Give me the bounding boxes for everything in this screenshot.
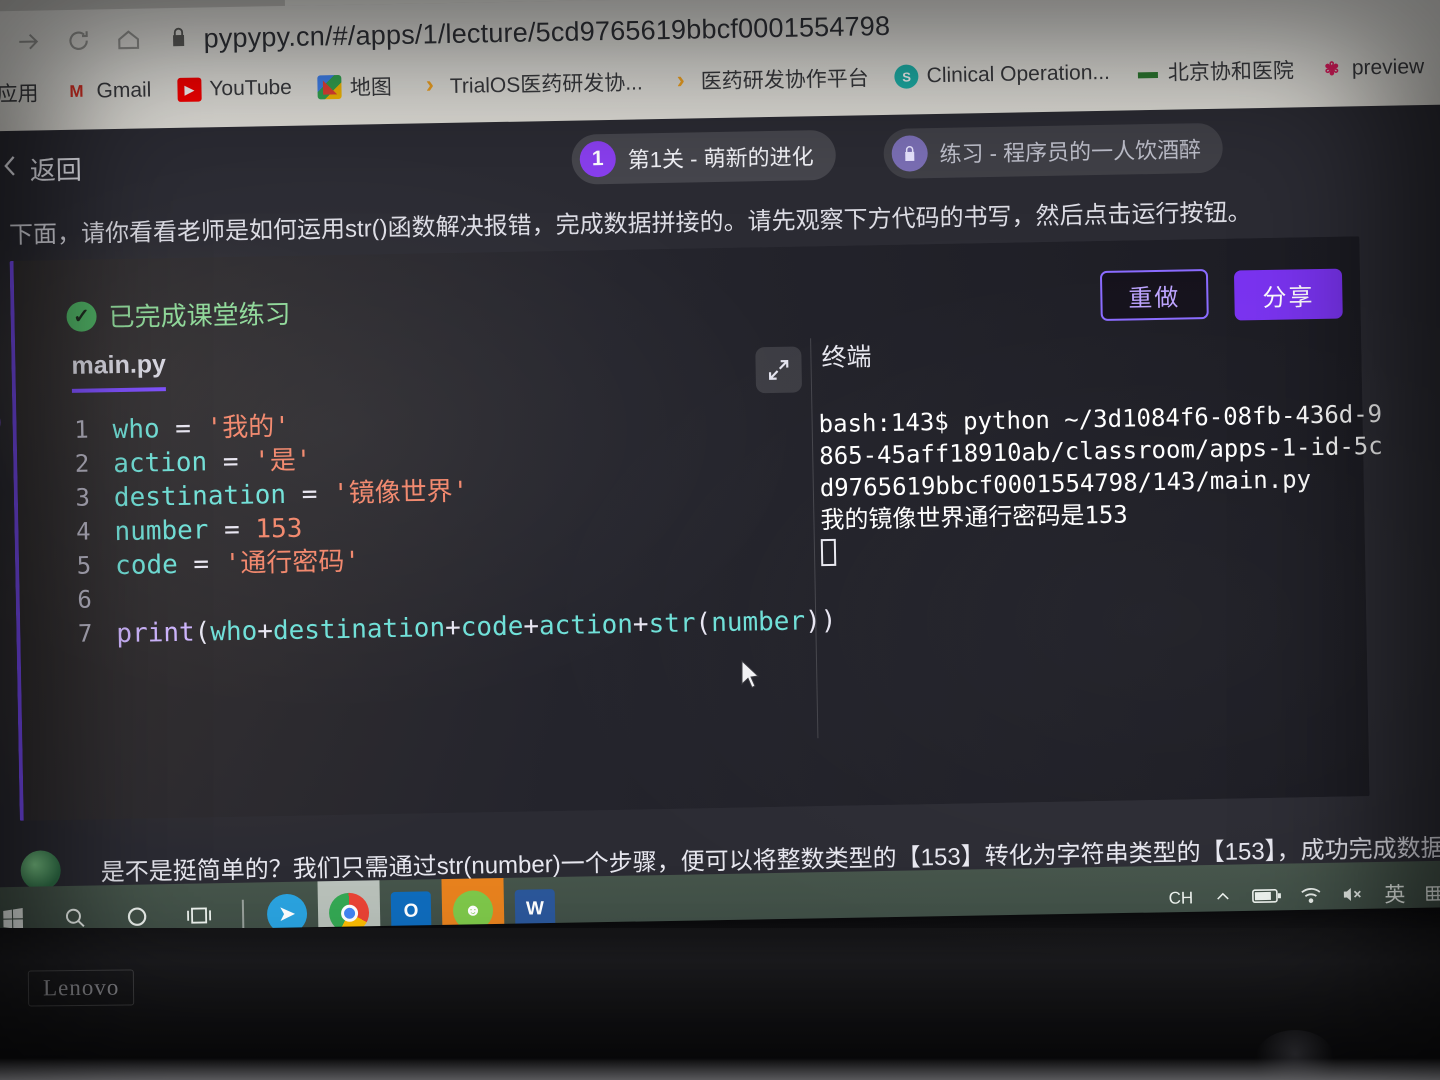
bookmark-label: 医药研发协作平台 xyxy=(700,67,869,94)
code-content[interactable]: 1 who = '我的' 2 action = '是' 3 destinatio… xyxy=(50,400,837,652)
line-number: 1 xyxy=(73,415,89,444)
lesson-tab-label: 第1关 - 萌新的进化 xyxy=(627,144,814,173)
bookmark-label: TrialOS医药研发协... xyxy=(449,71,643,98)
mouse-cursor xyxy=(740,659,762,697)
language-indicator[interactable]: 英 xyxy=(1382,878,1409,908)
lock-icon xyxy=(167,25,189,52)
bookmark-item[interactable]: › TrialOS医药研发协... xyxy=(408,62,654,104)
bookmark-label: Clinical Operation... xyxy=(926,60,1111,88)
input-method-ch[interactable]: CH xyxy=(1168,888,1194,907)
divider xyxy=(241,899,245,930)
avatar xyxy=(20,850,62,891)
bookmark-item[interactable]: M Gmail xyxy=(54,74,161,108)
url-text: pypypy.cn/#/apps/1/lecture/5cd9765619bbc… xyxy=(203,10,891,53)
lenovo-logo: Lenovo xyxy=(27,969,135,1007)
laptop-photo: pypypy.cn/#/apps/1/lecture/5cd9765619bbc… xyxy=(0,0,1440,1080)
completion-status: ✓ 已完成课堂练习 xyxy=(66,294,291,335)
code-text: number = 153 xyxy=(114,513,303,547)
lesson-number-badge: 1 xyxy=(579,140,617,178)
back-label: 返回 xyxy=(29,154,83,186)
sharepoint-icon: S xyxy=(894,64,919,89)
lesson-tab-label: 练习 - 程序员的一人饮酒醉 xyxy=(939,137,1202,167)
bookmark-item[interactable]: ▶ YouTube xyxy=(167,72,302,106)
terminal-output[interactable]: bash:143$ python ~/3d1084f6-08fb-436d-98… xyxy=(818,398,1391,569)
bookmark-label: 北京协和医院 xyxy=(1167,59,1295,85)
bookmark-label: 地图 xyxy=(349,76,393,100)
photos-icon: ✾ xyxy=(1324,58,1340,79)
bookmark-item[interactable]: ◣ 地图 xyxy=(308,67,403,107)
card-action-buttons: 重做 分享 xyxy=(1099,265,1343,323)
share-button[interactable]: 分享 xyxy=(1233,268,1343,321)
file-tab-mainpy[interactable]: main.py xyxy=(71,350,167,393)
bookmark-item[interactable]: › 医药研发协作平台 xyxy=(658,58,879,100)
exercise-card: ✓ 已完成课堂练习 重做 分享 main.py 1 who = '我的' 2 a… xyxy=(9,236,1383,821)
redo-button[interactable]: 重做 xyxy=(1099,269,1209,321)
keyboard-icon[interactable] xyxy=(1424,883,1440,903)
line-number: 2 xyxy=(74,449,90,478)
code-text: code = '通行密码' xyxy=(114,546,361,581)
code-editor-pane: main.py 1 who = '我的' 2 action = '是' 3 de… xyxy=(49,339,837,792)
home-icon[interactable] xyxy=(103,17,154,62)
bookmark-item[interactable]: 应用 xyxy=(0,73,49,112)
terminal-title: 终端 xyxy=(821,343,872,373)
completion-label: 已完成课堂练习 xyxy=(108,298,291,333)
hospital-icon: ▬ xyxy=(1137,60,1159,83)
web-app-page: 返回 1 第1关 - 萌新的进化 练习 - 程序员的一人饮酒醉 下面，请你看看老… xyxy=(0,104,1440,892)
reload-icon[interactable] xyxy=(53,18,104,63)
bookmark-item[interactable]: ▬ 北京协和医院 xyxy=(1126,50,1305,91)
code-text: action = '是' xyxy=(112,445,312,479)
back-button[interactable]: 返回 xyxy=(0,150,82,188)
lesson-tabs: 1 第1关 - 萌新的进化 练习 - 程序员的一人饮酒醉 xyxy=(571,122,1224,185)
show-hidden-icons[interactable] xyxy=(1210,888,1236,906)
chevron-left-icon xyxy=(0,153,20,186)
battery-icon[interactable] xyxy=(1252,887,1282,906)
gmail-icon: M xyxy=(69,81,84,101)
line-number: 6 xyxy=(77,585,93,614)
youtube-icon: ▶ xyxy=(177,77,202,102)
forward-arrow-icon[interactable] xyxy=(3,19,54,64)
bookmark-label: 应用 xyxy=(0,82,39,107)
code-text: destination = '镜像世界' xyxy=(113,476,469,513)
chevron-right-icon: › xyxy=(676,66,685,94)
terminal-pane: 终端 bash:143$ python ~/3d1084f6-08fb-436d… xyxy=(810,328,1383,739)
terminal-caret xyxy=(820,538,837,566)
wifi-icon[interactable] xyxy=(1298,885,1324,905)
line-number: 7 xyxy=(77,619,93,648)
chevron-right-icon: › xyxy=(425,71,435,99)
line-number: 3 xyxy=(75,483,91,512)
lesson-tab-2[interactable]: 练习 - 程序员的一人饮酒醉 xyxy=(883,122,1224,179)
terminal-output-text: bash:143$ python ~/3d1084f6-08fb-436d-98… xyxy=(818,399,1383,535)
floating-action-button[interactable] xyxy=(0,403,1,442)
bookmark-label: Gmail xyxy=(96,78,152,103)
bookmark-label: YouTube xyxy=(209,75,293,101)
lock-icon xyxy=(891,135,928,172)
check-circle-icon: ✓ xyxy=(66,300,97,332)
expand-arrows-icon[interactable] xyxy=(755,346,803,394)
desk-surface xyxy=(0,1058,1440,1080)
bookmark-item[interactable]: ✾ preview xyxy=(1310,51,1435,85)
google-maps-icon: ◣ xyxy=(317,74,343,100)
lesson-tab-1[interactable]: 1 第1关 - 萌新的进化 xyxy=(571,129,836,185)
line-number: 4 xyxy=(75,517,91,546)
code-text: who = '我的' xyxy=(112,411,291,445)
browser-active-tab[interactable] xyxy=(284,0,615,6)
bookmark-label: preview xyxy=(1351,55,1425,80)
volume-muted-icon[interactable] xyxy=(1340,884,1366,904)
line-number: 5 xyxy=(76,551,92,580)
divider xyxy=(80,848,82,891)
bookmark-item[interactable]: S Clinical Operation... xyxy=(884,57,1120,93)
